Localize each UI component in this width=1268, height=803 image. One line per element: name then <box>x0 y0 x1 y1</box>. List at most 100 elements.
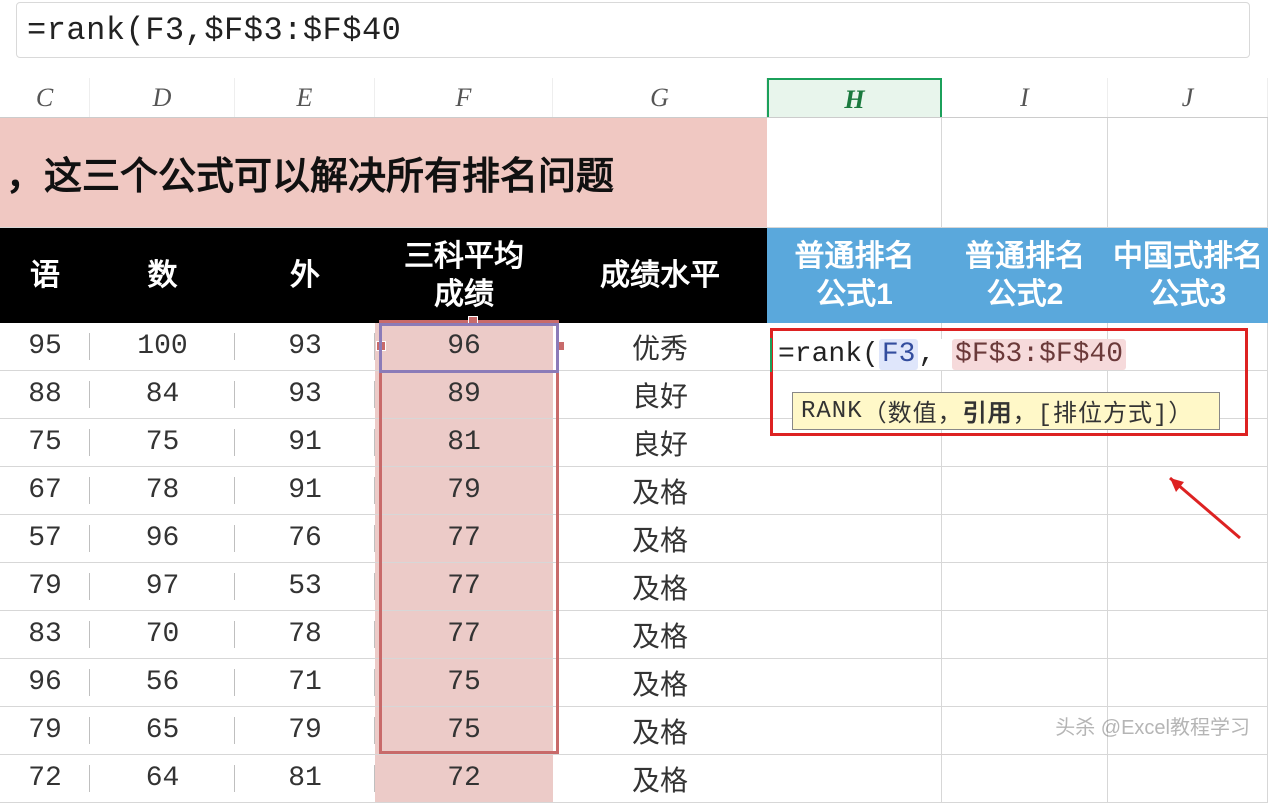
th-average: 三科平均 成绩 <box>375 228 553 323</box>
cell-H10[interactable] <box>767 659 942 707</box>
cell-D10[interactable]: 56 <box>90 659 235 707</box>
cell-H12[interactable] <box>767 755 942 803</box>
cell-J8[interactable] <box>1108 563 1268 611</box>
cell-G6[interactable]: 及格 <box>553 467 767 515</box>
cell-E8[interactable]: 53 <box>235 563 375 611</box>
cell-formula-editing[interactable]: =rank(F3, $F$3:$F$40 <box>776 339 1128 370</box>
formula-bar-text: =rank(F3,$F$3:$F$40 <box>27 12 401 49</box>
cell-G3[interactable]: 优秀 <box>553 323 767 371</box>
cell-D4[interactable]: 84 <box>90 371 235 419</box>
cell-F5[interactable]: 81 <box>375 419 553 467</box>
cell-H1[interactable] <box>767 118 942 228</box>
cell-J9[interactable] <box>1108 611 1268 659</box>
cell-F11[interactable]: 75 <box>375 707 553 755</box>
cell-C9[interactable]: 83 <box>0 611 90 659</box>
cell-I1[interactable] <box>942 118 1108 228</box>
cell-F7[interactable]: 77 <box>375 515 553 563</box>
cell-H7[interactable] <box>767 515 942 563</box>
cell-J7[interactable] <box>1108 515 1268 563</box>
cell-I7[interactable] <box>942 515 1108 563</box>
cell-F6[interactable]: 79 <box>375 467 553 515</box>
col-header-F[interactable]: F <box>375 78 553 117</box>
cell-D12[interactable]: 64 <box>90 755 235 803</box>
th-rank2: 普通排名 公式2 <box>942 228 1108 323</box>
cell-C3[interactable]: 95 <box>0 323 90 371</box>
cell-D3[interactable]: 100 <box>90 323 235 371</box>
formula-arg1: F3 <box>879 339 919 370</box>
selection-handle-right[interactable] <box>555 341 565 351</box>
title-banner-text: ，这三个公式可以解决所有排名问题 <box>0 118 767 228</box>
cell-D7[interactable]: 96 <box>90 515 235 563</box>
cell-F10[interactable]: 75 <box>375 659 553 707</box>
cell-D11[interactable]: 65 <box>90 707 235 755</box>
cell-E10[interactable]: 71 <box>235 659 375 707</box>
cell-E9[interactable]: 78 <box>235 611 375 659</box>
cell-J12[interactable] <box>1108 755 1268 803</box>
cell-J6[interactable] <box>1108 467 1268 515</box>
title-banner-row: ，这三个公式可以解决所有排名问题 <box>0 118 1268 228</box>
cell-C12[interactable]: 72 <box>0 755 90 803</box>
cell-D5[interactable]: 75 <box>90 419 235 467</box>
col-header-I[interactable]: I <box>942 78 1108 117</box>
selection-handle-top[interactable] <box>468 316 478 326</box>
cell-C6[interactable]: 67 <box>0 467 90 515</box>
cell-H9[interactable] <box>767 611 942 659</box>
cell-G12[interactable]: 及格 <box>553 755 767 803</box>
cell-G9[interactable]: 及格 <box>553 611 767 659</box>
cell-F9[interactable]: 77 <box>375 611 553 659</box>
cell-J1[interactable] <box>1108 118 1268 228</box>
cell-F12[interactable]: 72 <box>375 755 553 803</box>
cell-C5[interactable]: 75 <box>0 419 90 467</box>
cell-I9[interactable] <box>942 611 1108 659</box>
col-header-J[interactable]: J <box>1108 78 1268 117</box>
cell-E4[interactable]: 93 <box>235 371 375 419</box>
cell-G11[interactable]: 及格 <box>553 707 767 755</box>
selection-handle-left[interactable] <box>376 341 386 351</box>
formula-bar[interactable]: =rank(F3,$F$3:$F$40 <box>16 2 1250 58</box>
hint-p2: 引用 <box>963 393 1013 429</box>
cell-G7[interactable]: 及格 <box>553 515 767 563</box>
table-row: 79975377及格 <box>0 563 1268 611</box>
col-header-G[interactable]: G <box>553 78 767 117</box>
cell-E12[interactable]: 81 <box>235 755 375 803</box>
cell-I10[interactable] <box>942 659 1108 707</box>
cell-C11[interactable]: 79 <box>0 707 90 755</box>
worksheet-grid[interactable]: ，这三个公式可以解决所有排名问题 语 数 外 三科平均 成绩 成绩水平 普通排名… <box>0 118 1268 803</box>
cell-G5[interactable]: 良好 <box>553 419 767 467</box>
cell-E7[interactable]: 76 <box>235 515 375 563</box>
cell-C4[interactable]: 88 <box>0 371 90 419</box>
th-math: 数 <box>90 228 235 323</box>
col-header-E[interactable]: E <box>235 78 375 117</box>
table-row: 96567175及格 <box>0 659 1268 707</box>
col-header-D[interactable]: D <box>90 78 235 117</box>
col-header-H[interactable]: H <box>767 78 942 117</box>
cell-C7[interactable]: 57 <box>0 515 90 563</box>
cell-D9[interactable]: 70 <box>90 611 235 659</box>
cell-E3[interactable]: 93 <box>235 323 375 371</box>
cell-J10[interactable] <box>1108 659 1268 707</box>
cell-F3[interactable]: 96 <box>375 323 553 371</box>
cell-E5[interactable]: 91 <box>235 419 375 467</box>
cell-I8[interactable] <box>942 563 1108 611</box>
cell-E6[interactable]: 91 <box>235 467 375 515</box>
function-hint-tooltip[interactable]: RANK （ 数值， 引用 ，[排位方式]） <box>792 392 1220 430</box>
cell-F8[interactable]: 77 <box>375 563 553 611</box>
cell-F4[interactable]: 89 <box>375 371 553 419</box>
cell-C10[interactable]: 96 <box>0 659 90 707</box>
cell-E11[interactable]: 79 <box>235 707 375 755</box>
cell-D6[interactable]: 78 <box>90 467 235 515</box>
cell-I12[interactable] <box>942 755 1108 803</box>
table-row: 57967677及格 <box>0 515 1268 563</box>
cell-G8[interactable]: 及格 <box>553 563 767 611</box>
col-header-C[interactable]: C <box>0 78 90 117</box>
cell-H8[interactable] <box>767 563 942 611</box>
cell-H6[interactable] <box>767 467 942 515</box>
cell-H11[interactable] <box>767 707 942 755</box>
cell-D8[interactable]: 97 <box>90 563 235 611</box>
cell-J3[interactable] <box>1108 323 1268 371</box>
table-row: 72648172及格 <box>0 755 1268 803</box>
cell-C8[interactable]: 79 <box>0 563 90 611</box>
cell-G10[interactable]: 及格 <box>553 659 767 707</box>
cell-I6[interactable] <box>942 467 1108 515</box>
cell-G4[interactable]: 良好 <box>553 371 767 419</box>
